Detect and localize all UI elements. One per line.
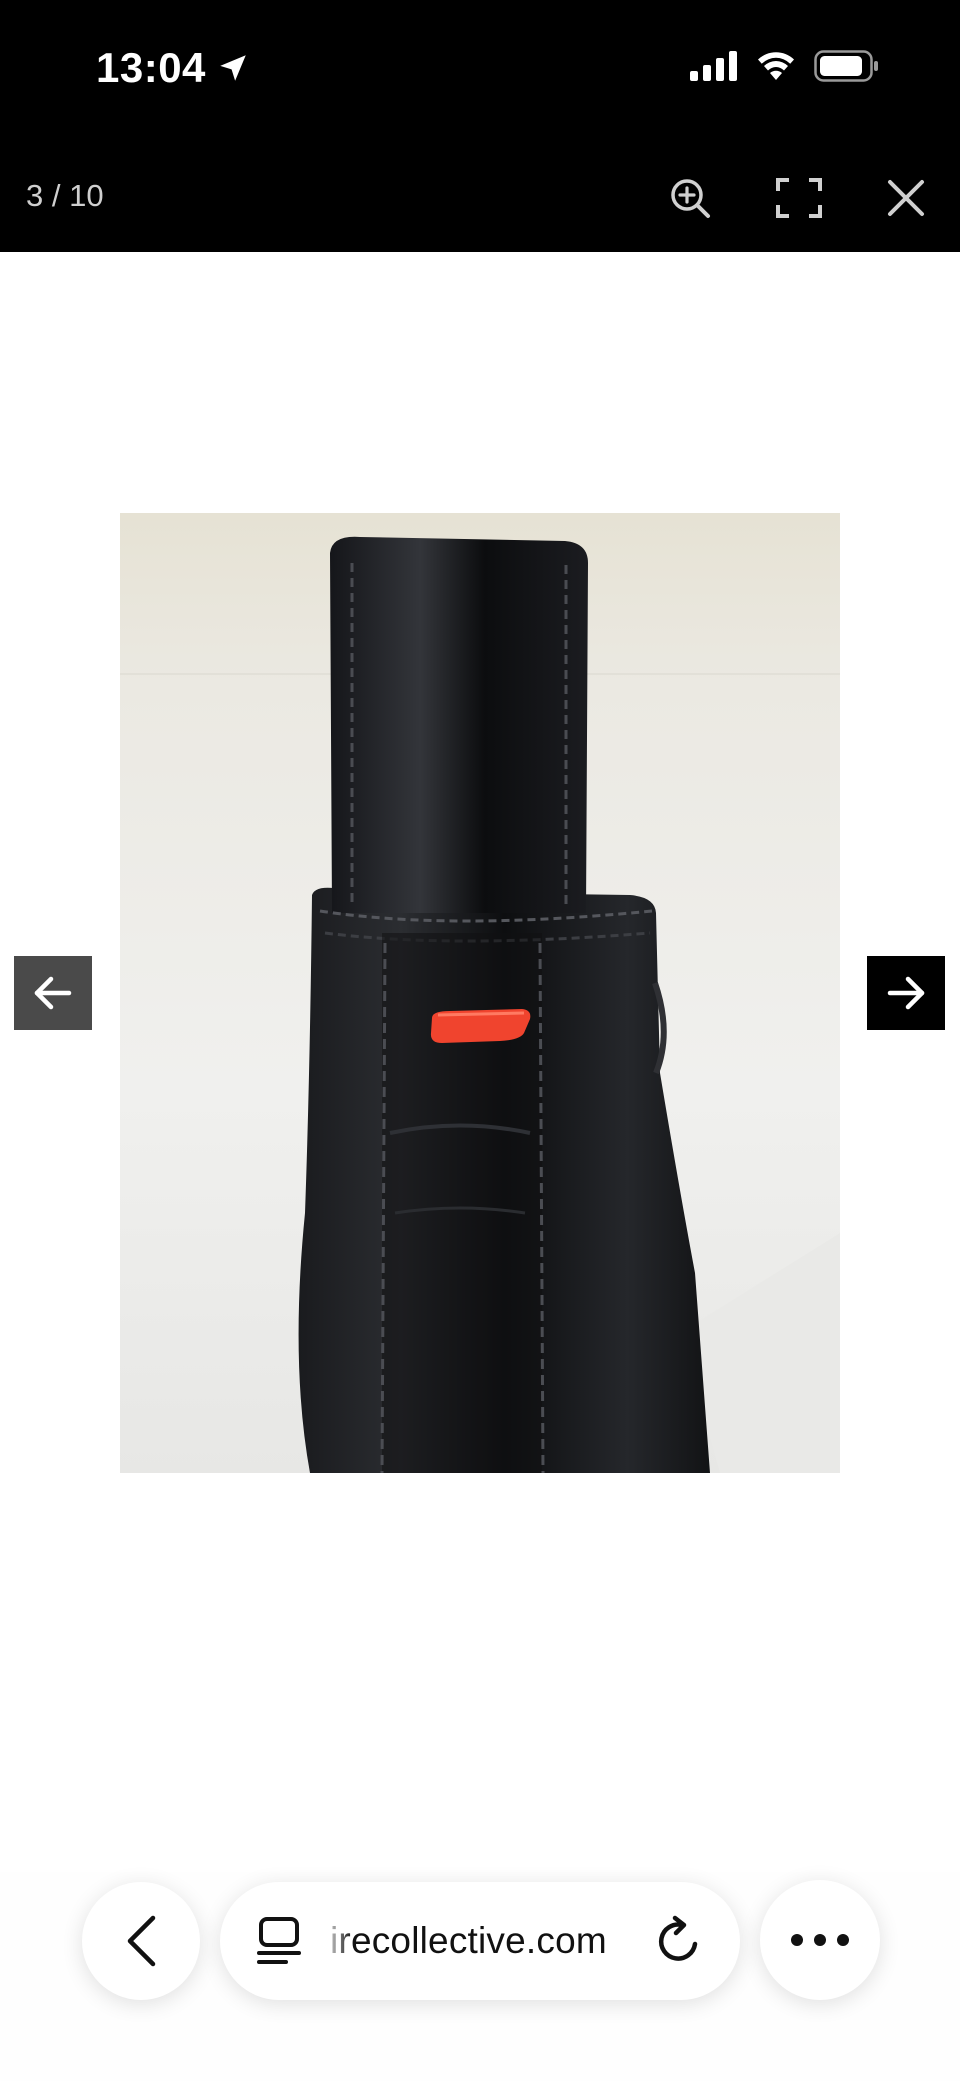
cellular-signal-icon: [690, 51, 737, 81]
arrow-left-icon: [34, 976, 72, 1010]
zoom-in-icon: [671, 179, 710, 218]
address-bar[interactable]: irecollective.com: [220, 1882, 740, 2000]
tabs-icon: [257, 1917, 301, 1964]
zoom-button[interactable]: [662, 170, 718, 226]
page: 13:04 3 / 10 irecollective.com: [0, 0, 960, 2081]
status-indicators: [690, 50, 880, 82]
image-counter: 3 / 10: [26, 178, 104, 213]
fullscreen-button[interactable]: [771, 170, 827, 226]
reload-icon: [658, 1915, 698, 1961]
fullscreen-icon: [776, 178, 822, 218]
wifi-icon: [758, 52, 794, 80]
next-image-button[interactable]: [867, 956, 945, 1030]
back-button[interactable]: [82, 1882, 200, 2000]
status-bar: 13:04: [0, 0, 960, 140]
status-time: 13:04: [96, 44, 206, 91]
more-button[interactable]: [760, 1880, 880, 2000]
arrow-right-icon: [887, 976, 925, 1010]
chevron-left-icon: [127, 1915, 156, 1967]
reload-button[interactable]: [652, 1914, 706, 1968]
location-arrow-icon: [220, 55, 246, 81]
image-viewer-toolbar: 3 / 10: [0, 140, 960, 252]
close-button[interactable]: [878, 170, 934, 226]
previous-image-button[interactable]: [14, 956, 92, 1030]
battery-icon: [814, 50, 878, 82]
status-time-group: 13:04: [96, 44, 250, 92]
close-icon: [888, 180, 924, 216]
product-photo[interactable]: [120, 513, 840, 1473]
address-bar-url: irecollective.com: [330, 1920, 607, 1961]
more-icon: [791, 1934, 849, 1946]
leather-boot-image: [120, 513, 840, 1473]
